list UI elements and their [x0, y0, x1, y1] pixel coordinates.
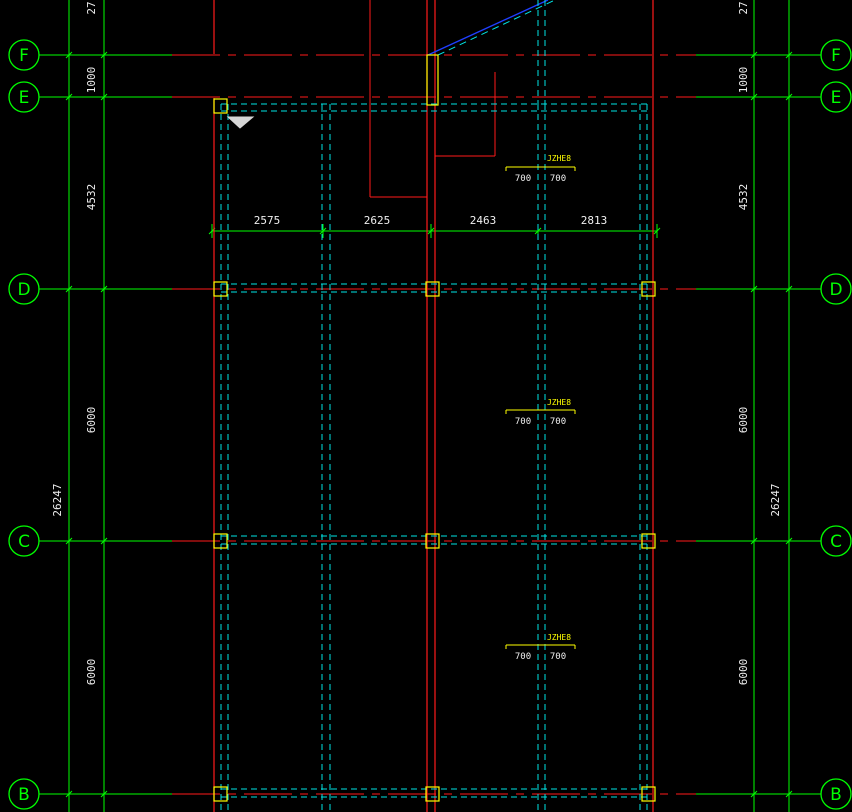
- axis-label: B: [18, 785, 30, 805]
- total-dimension-left: 26247: [51, 483, 64, 516]
- axis-label: F: [831, 46, 841, 66]
- axis-bubble-right-d: D: [820, 273, 852, 305]
- cad-drawing-canvas[interactable]: F E D C B F E D C B 27 1000 4532 6000 60…: [0, 0, 852, 812]
- vertical-dimension-right-4: 6000: [737, 659, 750, 686]
- axis-bubble-right-e: E: [820, 81, 852, 113]
- axis-label: C: [830, 532, 842, 552]
- annotation-1: JZHE8 700 700: [505, 154, 576, 184]
- axis-bubble-left-c: C: [8, 525, 40, 557]
- axis-bubble-right-c: C: [820, 525, 852, 557]
- horizontal-dimension-4: 2813: [581, 214, 608, 227]
- walls-layer: [172, 0, 696, 812]
- vertical-dimension-right-3: 6000: [737, 407, 750, 434]
- beams-layer: [220, 0, 648, 812]
- elevation-marker-icon: [226, 116, 255, 129]
- cyan-diagonal-line: [437, 0, 556, 56]
- axis-bubble-right-b: B: [820, 778, 852, 810]
- axis-label: D: [17, 280, 30, 300]
- annotation-code: JZHE8: [547, 398, 571, 407]
- annotation-2: JZHE8 700 700: [505, 398, 576, 427]
- axis-label: C: [18, 532, 30, 552]
- axis-label: E: [19, 88, 30, 108]
- annotation-right-value: 700: [550, 174, 566, 184]
- axis-bubble-left-f: F: [8, 39, 40, 71]
- axis-label: D: [829, 280, 842, 300]
- axis-label: E: [831, 88, 842, 108]
- vertical-dimension-right-1: 1000: [737, 67, 750, 94]
- horizontal-dimension-1: 2575: [254, 214, 281, 227]
- axis-label: B: [830, 785, 842, 805]
- annotation-code: JZHE8: [547, 633, 571, 642]
- annotation-right-value: 700: [550, 417, 566, 427]
- axis-bubble-left-b: B: [8, 778, 40, 810]
- total-dimension-right: 26247: [769, 483, 782, 516]
- top-cut-dimension-left: 27: [85, 1, 98, 14]
- vertical-dimension-right-2: 4532: [737, 184, 750, 211]
- horizontal-dimension-2: 2625: [364, 214, 391, 227]
- annotation-left-value: 700: [515, 417, 531, 427]
- blue-diagonal-line: [427, 0, 549, 56]
- annotation-3: JZHE8 700 700: [505, 633, 576, 662]
- axis-bubble-right-f: F: [820, 39, 852, 71]
- top-cut-dimension-right: 27: [737, 1, 750, 14]
- vertical-dimension-left-1: 1000: [85, 67, 98, 94]
- vertical-dimension-left-2: 4532: [85, 184, 98, 211]
- horizontal-dimension-3: 2463: [470, 214, 497, 227]
- annotation-code: JZHE8: [547, 154, 571, 163]
- vertical-dimension-left-3: 6000: [85, 407, 98, 434]
- annotation-right-value: 700: [550, 652, 566, 662]
- axis-label: F: [19, 46, 29, 66]
- grid-layer: [39, 0, 821, 812]
- axis-bubble-left-d: D: [8, 273, 40, 305]
- axis-bubble-left-e: E: [8, 81, 40, 113]
- annotation-left-value: 700: [515, 174, 531, 184]
- vertical-dimension-left-4: 6000: [85, 659, 98, 686]
- annotation-left-value: 700: [515, 652, 531, 662]
